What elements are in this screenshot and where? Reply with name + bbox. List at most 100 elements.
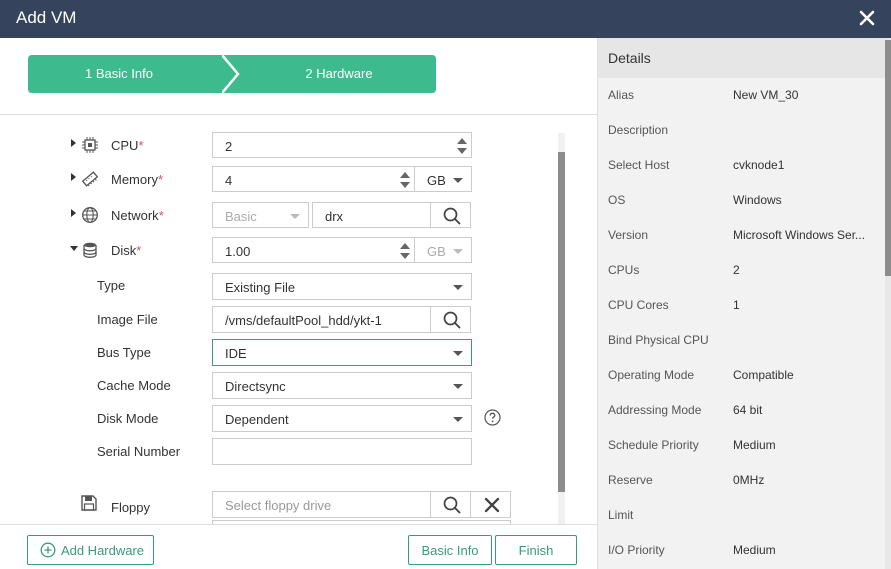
step-label: 2 Hardware (305, 66, 373, 81)
network-input[interactable]: drx (312, 202, 432, 228)
network-mode-select[interactable]: Basic (212, 202, 309, 228)
finish-button[interactable]: Finish (495, 535, 577, 565)
details-row: I/O Priority Medium (598, 533, 885, 568)
cache-mode-label: Cache Mode (97, 378, 171, 393)
search-icon (443, 311, 461, 329)
globe-icon (81, 206, 99, 224)
details-row: Addressing Mode 64 bit (598, 393, 885, 428)
image-file-label: Image File (97, 312, 158, 327)
memory-size-stepper[interactable]: 4 (212, 166, 415, 192)
detail-key: CPUs (608, 263, 640, 277)
detail-value: Compatible (733, 368, 794, 382)
image-file-input[interactable]: /vms/defaultPool_hdd/ykt-1 (212, 306, 432, 333)
memory-unit: GB (427, 173, 446, 188)
bus-type-select[interactable]: IDE (212, 339, 472, 366)
spinner-arrows-icon[interactable] (456, 136, 468, 156)
details-row: Operating Mode Compatible (598, 358, 885, 393)
collapse-disk-icon[interactable] (70, 246, 78, 251)
expand-network-icon[interactable] (71, 209, 76, 217)
floppy-icon (80, 494, 98, 512)
details-row: Alias New VM_30 (598, 78, 885, 113)
image-file-browse-button[interactable] (430, 306, 471, 333)
chevron-down-icon (453, 178, 463, 183)
memory-label: Memory* (111, 172, 164, 187)
disk-type-select[interactable]: Existing File (212, 273, 472, 300)
disk-mode-row: Disk Mode Dependent (0, 403, 560, 433)
spinner-arrows-icon[interactable] (399, 241, 411, 261)
floppy-label: Floppy (111, 500, 151, 515)
details-row: CPU Cores 1 (598, 288, 885, 323)
expand-cpu-icon[interactable] (71, 139, 76, 147)
step-label: 1 Basic Info (85, 66, 153, 81)
detail-key: Operating Mode (608, 368, 695, 382)
floppy-row: Floppy Select floppy drive (0, 490, 560, 520)
title-bar: Add VM (0, 0, 891, 38)
expand-memory-icon[interactable] (71, 173, 76, 181)
detail-value: 64 bit (733, 403, 763, 417)
detail-key: Select Host (608, 158, 670, 172)
floppy-browse-button[interactable] (430, 491, 471, 518)
network-search-button[interactable] (430, 202, 471, 228)
disk-mode-select[interactable]: Dependent (212, 405, 472, 432)
chevron-down-icon (453, 249, 463, 254)
disk-mode-label: Disk Mode (97, 411, 159, 426)
detail-value: cvknode1 (733, 158, 785, 172)
serial-number-label: Serial Number (97, 444, 181, 459)
details-panel: Details Alias New VM_30 Description Selec… (597, 38, 891, 569)
database-icon (81, 241, 99, 259)
cpu-label: CPU* (111, 138, 144, 153)
details-row: OS Windows (598, 183, 885, 218)
spinner-arrows-icon[interactable] (399, 170, 411, 190)
detail-value: 0MHz (733, 473, 765, 487)
cache-mode-select[interactable]: Directsync (212, 372, 472, 399)
network-mode: Basic (225, 209, 257, 224)
chevron-down-icon (453, 384, 463, 389)
disk-type-label: Type (97, 278, 126, 293)
hardware-pane: 1 Basic Info 2 Hardware CPU* 2 Memory* 4… (0, 38, 597, 569)
memory-unit-select[interactable]: GB (414, 166, 472, 192)
serial-number-row: Serial Number (0, 436, 560, 466)
floppy-input[interactable]: Select floppy drive (212, 491, 432, 518)
detail-key: Addressing Mode (608, 403, 702, 417)
step-hardware[interactable]: 2 Hardware (222, 55, 436, 93)
finish-label: Finish (518, 543, 554, 558)
memory-row: Memory* 4 GB (0, 164, 560, 194)
details-row: Limit (598, 498, 885, 533)
wizard-steps: 1 Basic Info 2 Hardware (0, 38, 597, 115)
floppy-placeholder: Select floppy drive (225, 498, 332, 513)
detail-value: 1 (733, 298, 740, 312)
disk-size-stepper[interactable]: 1.00 (212, 237, 415, 263)
basic-info-label: Basic Info (421, 543, 479, 558)
close-icon[interactable] (857, 6, 877, 30)
bus-type-label: Bus Type (97, 345, 151, 360)
details-scrollbar-thumb[interactable] (885, 40, 891, 276)
network-value: drx (325, 209, 344, 224)
disk-mode-value: Dependent (225, 412, 289, 427)
cache-mode-value: Directsync (225, 379, 286, 394)
help-icon[interactable] (484, 409, 501, 426)
detail-key: CPU Cores (608, 298, 669, 312)
details-row: Description (598, 113, 885, 148)
memory-icon (81, 170, 99, 188)
detail-value: Medium (733, 543, 776, 557)
details-header: Details (598, 38, 891, 78)
details-title: Details (608, 50, 651, 66)
floppy-clear-button[interactable] (470, 491, 511, 518)
disk-type-row: Type Existing File (0, 271, 560, 301)
detail-value: Medium (733, 438, 776, 452)
basic-info-button[interactable]: Basic Info (408, 535, 492, 565)
detail-key: Bind Physical CPU (608, 333, 709, 347)
chevron-down-icon (453, 417, 463, 422)
add-hardware-button[interactable]: Add Hardware (27, 535, 154, 565)
cpu-row: CPU* 2 (0, 130, 560, 160)
detail-key: Limit (608, 508, 634, 522)
bus-type-value: IDE (225, 346, 247, 361)
cpu-value: 2 (225, 139, 233, 154)
chevron-down-icon (453, 285, 463, 290)
disk-unit: GB (427, 244, 446, 259)
disk-unit-select[interactable]: GB (414, 237, 472, 263)
search-icon (443, 207, 461, 225)
cpu-count-stepper[interactable]: 2 (212, 132, 472, 158)
serial-number-input[interactable] (212, 438, 472, 465)
step-basic-info[interactable]: 1 Basic Info (28, 55, 238, 93)
